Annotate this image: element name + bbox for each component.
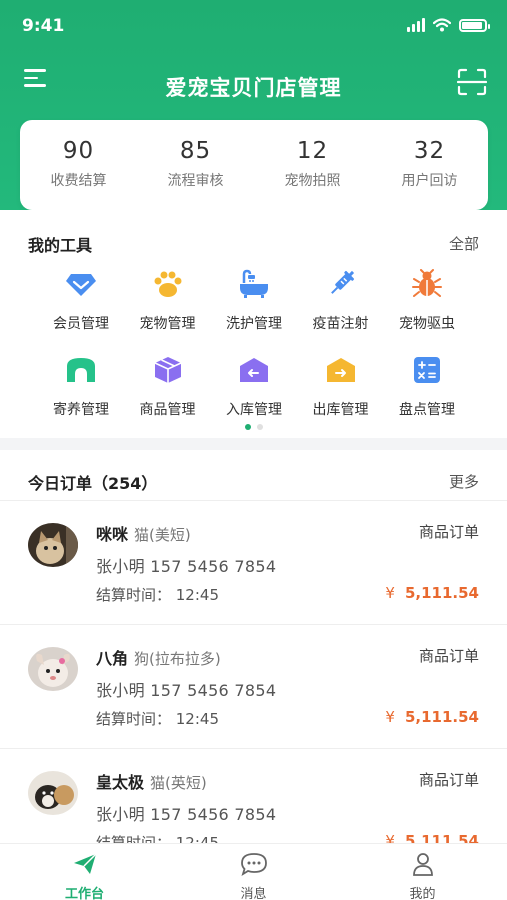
tool-label: 商品管理 — [139, 402, 196, 418]
tool-label: 洗护管理 — [226, 316, 282, 332]
order-row[interactable]: 咪咪 猫(美短) 商品订单 张小明 157 5456 7854 结算时间： 12:… — [0, 500, 507, 624]
currency-symbol: ¥ — [385, 708, 395, 726]
order-price: ¥5,111.54 — [385, 584, 479, 602]
settle-time: 结算时间： 12:45 — [96, 710, 219, 728]
tab-label: 我的 — [409, 887, 436, 900]
settle-time: 结算时间： 12:45 — [96, 586, 219, 604]
tool-label: 入库管理 — [226, 402, 282, 418]
pet-avatar — [28, 647, 78, 691]
pet-breed: 猫(美短) — [134, 526, 191, 544]
owner-contact: 张小明 157 5456 7854 — [96, 805, 277, 824]
order-row[interactable]: 八角 狗(拉布拉多) 商品订单 张小明 157 5456 7854 结算时间： 1… — [0, 624, 507, 748]
pet-avatar — [28, 771, 78, 815]
pet-name: 咪咪 — [96, 525, 129, 544]
page-title: 爱宠宝贝门店管理 — [165, 76, 342, 100]
bug-icon — [411, 268, 443, 300]
orders-header: 今日订单（254） 更多 — [28, 470, 479, 494]
tool-pet[interactable]: 宠物管理 — [125, 268, 211, 354]
tools-section: 我的工具 全部 会员管理 宠物管理 洗护管理 疫苗注射 宠物驱虫 寄养管理 商品… — [0, 210, 507, 438]
tab-mine[interactable]: 我的 — [338, 844, 507, 900]
pet-name: 八角 — [96, 649, 129, 668]
order-price: ¥5,111.54 — [385, 708, 479, 726]
tab-label: 消息 — [240, 887, 267, 900]
tool-label: 寄养管理 — [53, 402, 109, 418]
tool-label: 会员管理 — [53, 316, 109, 332]
tool-label: 盘点管理 — [399, 402, 455, 418]
owner-contact: 张小明 157 5456 7854 — [96, 681, 277, 700]
tool-label: 宠物驱虫 — [399, 316, 455, 332]
diamond-icon — [65, 268, 97, 300]
stat-billing[interactable]: 90 收费结算 — [20, 120, 137, 210]
tab-bar: 工作台 消息 我的 — [0, 843, 507, 900]
order-row[interactable]: 皇太极 猫(英短) 商品订单 张小明 157 5456 7854 结算时间： 12… — [0, 748, 507, 850]
pet-name-line: 咪咪 猫(美短) — [96, 521, 191, 545]
order-type: 商品订单 — [418, 771, 479, 789]
stat-value: 90 — [62, 138, 95, 164]
bathtub-icon — [238, 268, 270, 300]
currency-symbol: ¥ — [385, 584, 395, 602]
status-icons — [407, 18, 490, 32]
page-indicator — [0, 424, 507, 430]
stat-value: 12 — [296, 138, 329, 164]
tab-messages[interactable]: 消息 — [169, 844, 338, 900]
tools-title: 我的工具 — [28, 236, 93, 255]
pet-house-icon — [65, 354, 97, 386]
stat-value: 85 — [179, 138, 212, 164]
tool-label: 疫苗注射 — [312, 316, 369, 332]
stat-followup[interactable]: 32 用户回访 — [371, 120, 488, 210]
pet-breed: 狗(拉布拉多) — [134, 650, 221, 668]
inbound-icon — [238, 354, 270, 386]
order-type: 商品订单 — [418, 523, 479, 541]
scan-icon[interactable] — [457, 68, 487, 96]
pet-avatar — [28, 523, 78, 567]
pet-breed: 猫(英短) — [150, 774, 207, 792]
user-icon — [412, 853, 433, 876]
box-icon — [152, 354, 184, 386]
top-bar: 爱宠宝贝门店管理 — [0, 60, 507, 108]
tool-grid: 会员管理 宠物管理 洗护管理 疫苗注射 宠物驱虫 寄养管理 商品管理 入库管理 … — [38, 268, 470, 440]
price-value: 5,111.54 — [404, 584, 479, 602]
orders-section: 今日订单（254） 更多 咪咪 猫(美短) 商品订单 张小明 157 5456 7… — [0, 450, 507, 850]
stats-card: 90 收费结算 85 流程审核 12 宠物拍照 32 用户回访 — [20, 120, 488, 210]
wifi-icon — [433, 18, 451, 32]
pet-name-line: 皇太极 猫(英短) — [96, 769, 207, 793]
price-value: 5,111.54 — [404, 708, 479, 726]
page-dot — [256, 424, 263, 430]
signal-icon — [407, 18, 425, 32]
tab-workbench[interactable]: 工作台 — [0, 844, 169, 900]
tab-label: 工作台 — [64, 887, 104, 900]
send-icon — [73, 853, 97, 874]
stat-review[interactable]: 85 流程审核 — [137, 120, 254, 210]
page-dot-active — [244, 424, 251, 430]
tools-header: 我的工具 全部 — [28, 232, 479, 255]
tool-label: 宠物管理 — [139, 316, 196, 332]
owner-contact: 张小明 157 5456 7854 — [96, 557, 277, 576]
stat-label: 收费结算 — [50, 173, 107, 189]
tools-all-link[interactable]: 全部 — [449, 233, 479, 254]
stat-label: 宠物拍照 — [284, 173, 341, 189]
battery-icon — [459, 18, 490, 32]
pet-name-line: 八角 狗(拉布拉多) — [96, 645, 221, 669]
stat-photo[interactable]: 12 宠物拍照 — [254, 120, 371, 210]
orders-title: 今日订单（254） — [28, 474, 158, 493]
tool-deworm[interactable]: 宠物驱虫 — [384, 268, 470, 354]
pet-name: 皇太极 — [96, 773, 145, 792]
paw-icon — [152, 268, 184, 300]
tool-grooming[interactable]: 洗护管理 — [211, 268, 297, 354]
status-time: 9:41 — [22, 16, 65, 36]
order-type: 商品订单 — [418, 647, 479, 665]
syringe-icon — [325, 268, 357, 300]
tool-member[interactable]: 会员管理 — [38, 268, 124, 354]
outbound-icon — [325, 354, 357, 386]
calculator-icon — [411, 354, 443, 386]
chat-bubble-icon — [240, 853, 267, 876]
stat-label: 流程审核 — [167, 173, 224, 189]
orders-more-link[interactable]: 更多 — [449, 471, 479, 492]
tool-label: 出库管理 — [312, 402, 369, 418]
stat-value: 32 — [413, 138, 446, 164]
status-bar: 9:41 — [0, 14, 507, 40]
stat-label: 用户回访 — [401, 173, 458, 189]
tool-vaccine[interactable]: 疫苗注射 — [298, 268, 384, 354]
